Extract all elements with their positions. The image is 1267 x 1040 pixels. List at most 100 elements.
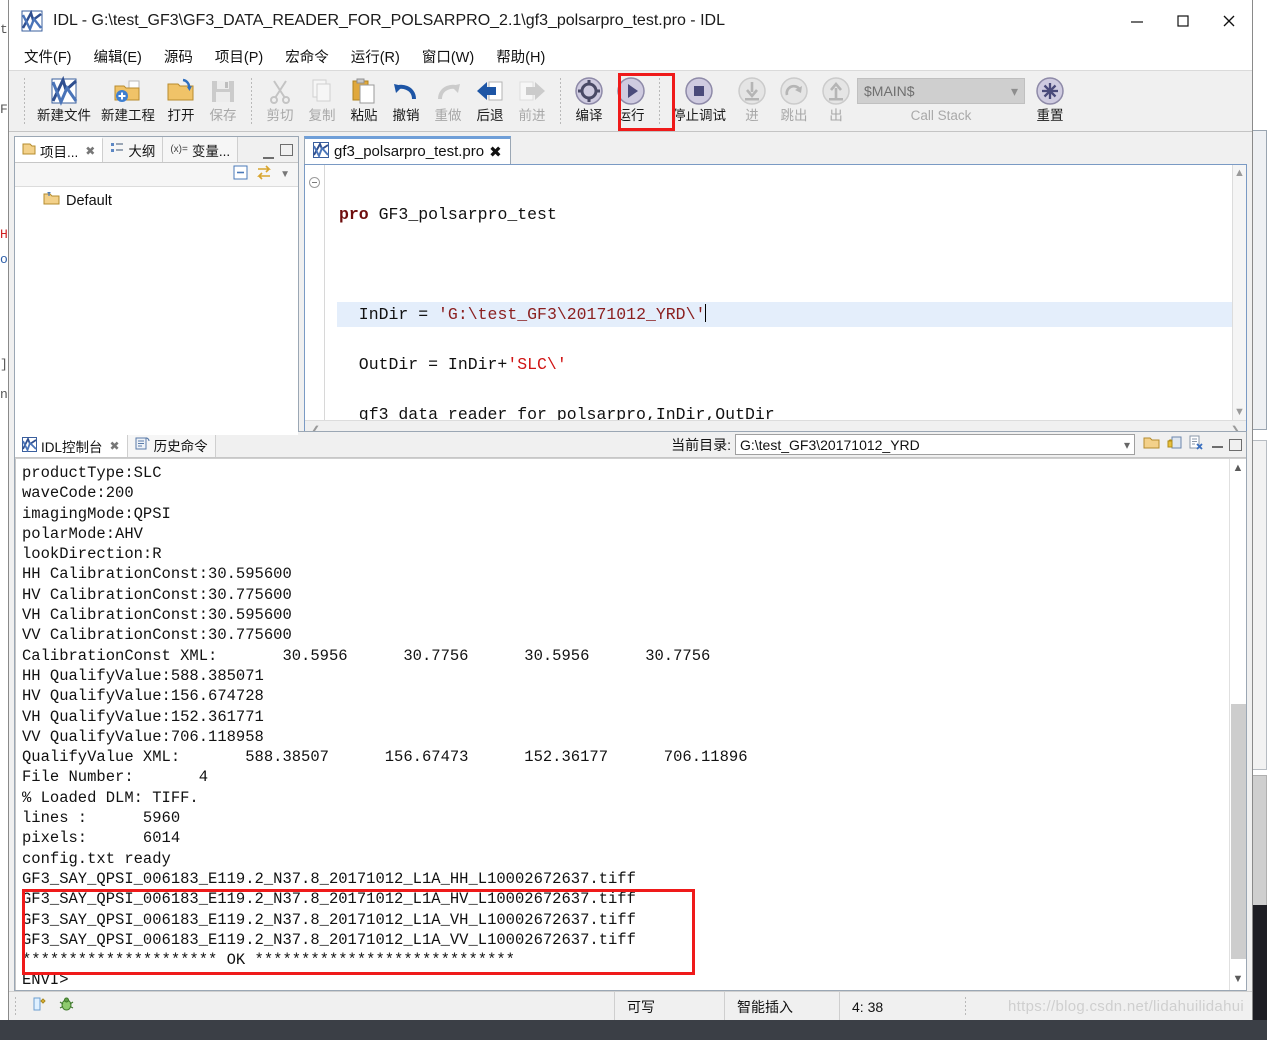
idl-icon xyxy=(21,10,43,32)
step-into-button[interactable]: 进 xyxy=(731,74,773,130)
menu-macros[interactable]: 宏命令 xyxy=(282,44,332,69)
maximize-view-icon[interactable] xyxy=(1229,439,1242,451)
console-output-area[interactable]: productType:SLC waveCode:200 imagingMode… xyxy=(15,458,1246,990)
open-folder-small-icon[interactable] xyxy=(1143,435,1160,455)
open-button[interactable]: 打开 xyxy=(160,74,202,130)
folder-project-icon xyxy=(43,191,60,210)
console-prompt: ENVI> xyxy=(22,971,69,989)
undo-button[interactable]: 撤销 xyxy=(385,74,427,130)
project-tree[interactable]: Default xyxy=(15,187,298,435)
outdir-assign: OutDir = InDir+ xyxy=(339,355,507,374)
toolbar-group-edit: 剪切 复制 xyxy=(259,72,553,130)
editor-frame: pro GF3_polsarpro_test InDir = 'G:\test_… xyxy=(304,164,1247,441)
close-icon[interactable]: ✖ xyxy=(489,143,502,161)
back-button[interactable]: 后退 xyxy=(469,74,511,130)
collapse-all-icon[interactable] xyxy=(233,165,248,185)
step-out-button[interactable]: 出 xyxy=(815,74,857,130)
new-file-button[interactable]: 新建文件 xyxy=(32,74,96,130)
link-editor-icon[interactable] xyxy=(256,165,272,185)
copy-label: 复制 xyxy=(309,108,336,124)
minimize-view-icon[interactable] xyxy=(1212,446,1223,448)
project-explorer-view: 项目... ✖ xyxy=(14,136,299,436)
menu-help[interactable]: 帮助(H) xyxy=(493,44,548,69)
idl-console-icon xyxy=(22,437,37,455)
clear-console-icon[interactable] xyxy=(1188,435,1204,455)
step-over-button[interactable]: 跳出 xyxy=(773,74,815,130)
chevron-down-icon: ▾ xyxy=(1011,83,1018,100)
call-stack-select[interactable]: $MAIN$ ▾ xyxy=(857,78,1025,104)
menu-bar: 文件(F) 编辑(E) 源码 项目(P) 宏命令 运行(R) 窗口(W) 帮助(… xyxy=(9,42,1252,70)
menu-file[interactable]: 文件(F) xyxy=(21,44,75,69)
tab-outline[interactable]: 大纲 xyxy=(103,137,163,162)
reset-button[interactable]: 重置 xyxy=(1029,74,1071,130)
paste-label: 粘贴 xyxy=(351,108,378,124)
tab-idl-console[interactable]: IDL控制台 ✖ xyxy=(15,432,128,457)
menu-project[interactable]: 项目(P) xyxy=(212,44,266,69)
code-area[interactable]: pro GF3_polsarpro_test InDir = 'G:\test_… xyxy=(305,165,1246,420)
cut-button[interactable]: 剪切 xyxy=(259,74,301,130)
scroll-down-icon[interactable]: ▼ xyxy=(1233,970,1244,988)
fold-collapse-icon[interactable] xyxy=(309,177,320,188)
forward-button[interactable]: 前进 xyxy=(511,74,553,130)
menu-run[interactable]: 运行(R) xyxy=(348,44,403,69)
maximize-button[interactable] xyxy=(1160,0,1206,42)
save-label: 保存 xyxy=(210,108,237,124)
step-out-label: 出 xyxy=(829,108,843,124)
redo-button[interactable]: 重做 xyxy=(427,74,469,130)
run-label: 运行 xyxy=(618,108,645,124)
close-icon[interactable]: ✖ xyxy=(110,439,120,453)
new-project-icon xyxy=(113,74,143,108)
editor-vertical-scrollbar[interactable]: ▲ ▼ xyxy=(1232,165,1246,420)
console-output-text[interactable]: productType:SLC waveCode:200 imagingMode… xyxy=(15,459,1229,990)
idl-main-window: IDL - G:\test_GF3\GF3_DATA_READER_FOR_PO… xyxy=(8,0,1253,1022)
code-line-outdir[interactable]: OutDir = InDir+'SLC\' xyxy=(337,352,1232,377)
insert-mode-icon xyxy=(32,996,48,1017)
tab-gf3-polsarpro-test[interactable]: gf3_polsarpro_test.pro ✖ xyxy=(304,136,511,164)
scroll-up-icon[interactable]: ▲ xyxy=(1234,167,1245,179)
scrollbar-thumb[interactable] xyxy=(1231,704,1246,959)
lock-dir-icon[interactable] xyxy=(1166,435,1182,455)
save-button[interactable]: 保存 xyxy=(202,74,244,130)
close-icon[interactable]: ✖ xyxy=(85,144,95,158)
open-label: 打开 xyxy=(168,108,195,124)
main-toolbar: 新建文件 新建工程 xyxy=(9,70,1252,132)
tab-history[interactable]: 历史命令 xyxy=(128,432,216,457)
scroll-down-icon[interactable]: ▼ xyxy=(1234,406,1245,418)
screen-root: t F H oa ] n 1 IDL - G:\test_GF3\GF3_DAT… xyxy=(0,0,1267,1040)
tab-variables[interactable]: (x)= 变量... xyxy=(163,137,238,162)
tab-project[interactable]: 项目... ✖ xyxy=(15,137,103,162)
tree-item-default[interactable]: Default xyxy=(15,187,298,214)
stop-debug-button[interactable]: 停止调试 xyxy=(667,74,731,130)
close-button[interactable] xyxy=(1206,0,1252,42)
minimize-button[interactable] xyxy=(1114,0,1160,42)
paste-button[interactable]: 粘贴 xyxy=(343,74,385,130)
run-button[interactable]: 运行 xyxy=(610,74,652,130)
menu-window[interactable]: 窗口(W) xyxy=(419,44,477,69)
compile-button[interactable]: 编译 xyxy=(568,74,610,130)
chevron-down-icon[interactable]: ▾ xyxy=(1124,438,1130,452)
menu-source[interactable]: 源码 xyxy=(161,44,196,69)
view-menu-icon[interactable]: ▼ xyxy=(280,169,290,180)
code-line-indir[interactable]: InDir = 'G:\test_GF3\20171012_YRD\' xyxy=(337,302,1232,327)
outline-icon xyxy=(110,141,124,158)
minimize-view-icon[interactable] xyxy=(263,157,274,159)
new-project-button[interactable]: 新建工程 xyxy=(96,74,160,130)
idl-file-icon xyxy=(313,142,329,162)
menu-edit[interactable]: 编辑(E) xyxy=(91,44,145,69)
status-bar: 可写 智能插入 4: 38 https://blog.csdn.net/lida… xyxy=(9,991,1252,1021)
console-scrollbar[interactable]: ▲ ▼ xyxy=(1229,459,1246,990)
step-into-label: 进 xyxy=(745,108,759,124)
code-line-call[interactable]: gf3_data_reader_for_polsarpro,InDir,OutD… xyxy=(337,402,1232,420)
console-normal-output: productType:SLC waveCode:200 imagingMode… xyxy=(22,464,748,868)
code-line-blank xyxy=(337,252,1232,277)
current-directory-combobox[interactable]: G:\test_GF3\20171012_YRD ▾ xyxy=(735,434,1135,455)
source-code[interactable]: pro GF3_polsarpro_test InDir = 'G:\test_… xyxy=(325,165,1232,420)
scroll-up-icon[interactable]: ▲ xyxy=(1233,459,1244,477)
stop-debug-icon xyxy=(684,74,714,108)
undo-icon xyxy=(392,74,420,108)
console-tabs: IDL控制台 ✖ 历史命令 当前目录: xyxy=(15,432,1246,458)
run-play-icon xyxy=(616,74,646,108)
maximize-view-icon[interactable] xyxy=(280,144,293,156)
editor-gutter[interactable] xyxy=(305,165,325,420)
copy-button[interactable]: 复制 xyxy=(301,74,343,130)
